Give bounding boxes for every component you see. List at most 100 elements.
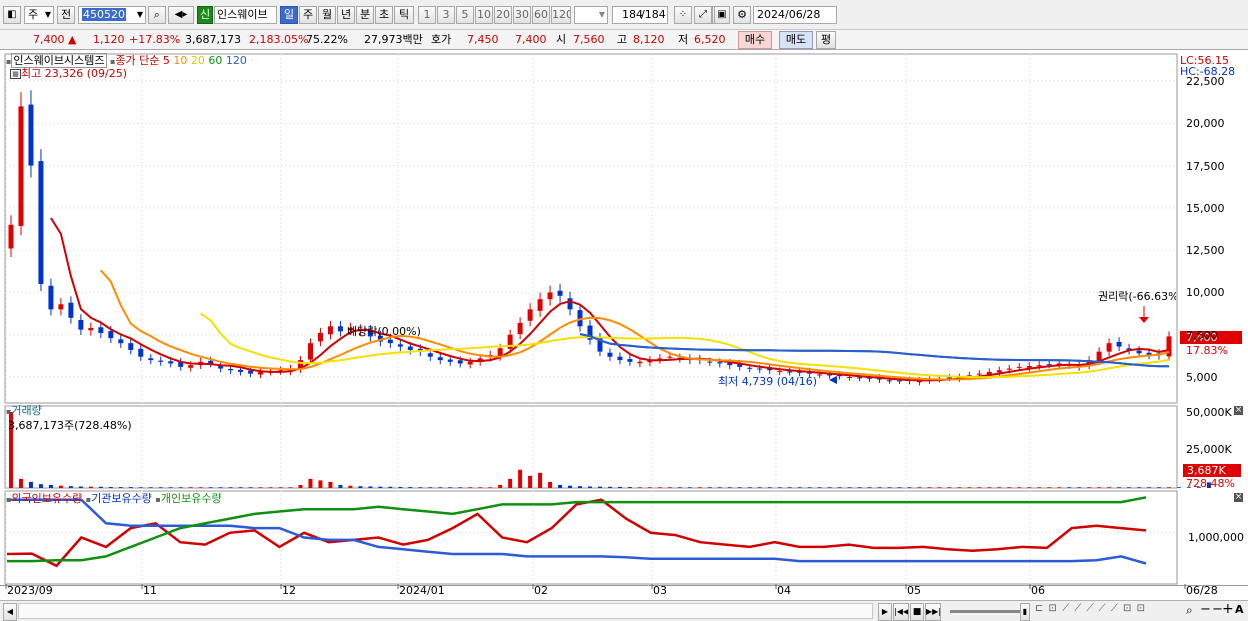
rights-note: 권리락(-66.63% [1098,290,1176,303]
interval-60[interactable]: 60 [532,6,550,24]
custom-interval-select[interactable]: ▼ [574,6,608,24]
volume-bar [378,486,383,488]
type-button[interactable]: 전 [57,6,75,24]
zoom-thumb-icon[interactable]: ▮ [1020,603,1030,621]
quote-bar: 7,400 ▲ 1,120 +17.83% 3,687,173 2,183.05… [0,30,1248,50]
plus-icon[interactable]: + [1222,601,1234,617]
chart-menu-icon[interactable]: ◧ [3,6,21,24]
zoom-slider[interactable] [950,610,1020,613]
period-minute[interactable]: 분 [356,6,374,24]
scrollbar-track[interactable] [18,603,873,619]
low-value: 6,520 [694,33,726,46]
volume-bar [1137,487,1142,488]
period-month[interactable]: 월 [318,6,336,24]
interval-30[interactable]: 30 [513,6,531,24]
xaxis-label: 06 [1031,584,1045,597]
candle-body [317,333,323,342]
volume-bar [58,485,63,488]
volume-bar [168,487,173,488]
volume-bar [418,487,423,488]
individual-legend: 개인보유수량 [160,492,222,505]
interval-20[interactable]: 20 [494,6,512,24]
volume-bar [98,486,103,488]
holding-panel-legend: ▪외국인보유수량 ▪기관보유수량 ▪개인보유수량 [6,492,222,506]
sell-button[interactable]: 매도 [779,31,813,49]
volume-bar [1167,487,1171,488]
period-week[interactable]: 주 [299,6,317,24]
date-input[interactable]: 2024/06/28 [753,6,837,24]
candle-body [158,360,164,362]
stock-full-name: 인스웨이브시스템즈 [11,53,107,68]
holding-panel-close-icon[interactable]: × [1234,493,1243,502]
volume-bar [188,487,193,488]
stop-icon[interactable]: ■ [910,603,924,621]
volume-bar [198,487,203,488]
price-ytick: 20,000 [1186,117,1225,131]
scroll-right-icon[interactable]: ▶ [878,603,892,621]
interval-10[interactable]: 10 [475,6,493,24]
candle-body [607,352,613,357]
last-icon[interactable]: ▶▶| [925,603,941,621]
volume-bar [897,487,902,488]
xaxis-label: 2023/09 [7,584,53,597]
buy-button[interactable]: 매수 [738,31,772,49]
volume-bar [278,487,283,488]
search-icon[interactable]: ⌕ [1186,603,1193,618]
minus-icon[interactable]: − [1200,602,1211,617]
interval-1[interactable]: 1 [418,6,436,24]
candle-body [128,343,134,350]
gear-icon[interactable]: ⚙ [733,6,751,24]
interval-5[interactable]: 5 [456,6,474,24]
candle-body [437,357,443,361]
font-size-icon[interactable]: A [1235,603,1244,616]
volume-bar [997,487,1002,488]
volume-bar [288,487,293,488]
volume-info: 3,687,173주(728.48%) [8,419,132,432]
candle-body [447,359,453,362]
volume-bar [687,487,692,488]
crosshair-icon[interactable]: ⁘ [674,6,692,24]
volume-bar [977,487,982,488]
search-icon[interactable]: ⌕ [148,6,166,24]
speaker-icon[interactable]: ◀▸ [168,6,194,24]
volume-bar [88,486,93,488]
market-select[interactable]: 주 ▼ [24,6,54,24]
volume-bar [1057,487,1062,488]
credit-badge[interactable]: 신 [197,6,213,24]
period-year[interactable]: 년 [337,6,355,24]
tool-icons[interactable]: ⊏ ⊡ ⟋ ⟋ ⟋ ⟋ ⟋ ⊡ ⊡ [1035,603,1146,614]
volume-ytick-2: 25,000K [1186,443,1232,456]
volume-bar [588,486,592,488]
volume-bar [1037,487,1042,488]
volume-bar [148,487,153,488]
ma60-legend: 60 [208,54,223,67]
candle-body [637,361,643,364]
period-day[interactable]: 일 [280,6,298,24]
volume-panel-close-icon[interactable]: × [1234,406,1243,415]
first-icon[interactable]: |◀◀ [893,603,909,621]
price-ytick: 5,000 [1186,371,1218,384]
scroll-left-icon[interactable]: ◀ [3,603,17,621]
volume-bar [508,478,513,488]
volume-bar [228,487,233,488]
draw-tool-icon[interactable]: ⤢ [694,6,712,24]
volume-bar [957,487,962,488]
volume-bar [328,481,333,488]
ma10-legend: 10 [173,54,188,67]
stock-code-input[interactable]: 450520 ▼ [78,6,146,24]
volume-bar [548,481,553,488]
volume-bar [208,487,213,488]
interval-3[interactable]: 3 [437,6,455,24]
stock-chart[interactable] [0,51,1248,621]
volume-bar [248,487,253,488]
chevron-down-icon: ▼ [136,10,143,19]
volume-panel-title: ▪거래량 [6,404,42,418]
open-label: 시 [556,33,567,46]
eval-button[interactable]: 평 [816,31,836,49]
period-second[interactable]: 초 [375,6,393,24]
candle-body [667,356,673,358]
candle-body [327,326,333,335]
save-icon[interactable]: ▣ [714,6,730,24]
interval-120[interactable]: 120 [551,6,571,24]
period-tick[interactable]: 틱 [394,6,414,24]
